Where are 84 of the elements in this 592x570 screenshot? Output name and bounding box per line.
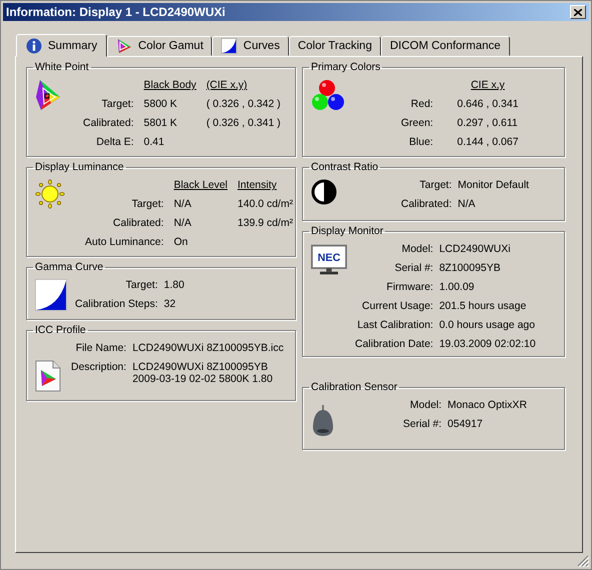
group-title: ICC Profile xyxy=(34,324,87,336)
field-label: Red: xyxy=(410,98,434,110)
tab[interactable]: Curves xyxy=(212,36,289,56)
resize-grip[interactable] xyxy=(577,555,589,567)
field-label: Calibrated: xyxy=(401,198,452,210)
curve-icon xyxy=(221,38,238,54)
field-label: Blue: xyxy=(408,136,434,148)
field-value: ( 0.326 , 0.342 ) xyxy=(206,98,280,110)
field-label: Model: xyxy=(400,243,434,255)
field-value: 1.00.09 xyxy=(439,281,476,293)
sensor-icon xyxy=(311,405,335,437)
field-label: Last Calibration: xyxy=(356,319,434,331)
column-header: Black Body xyxy=(144,79,196,91)
field-label: Green: xyxy=(401,117,434,129)
field-label: Target: xyxy=(124,279,158,291)
field-value: 1.80 xyxy=(164,279,184,291)
field-value: 0.144 , 0.067 xyxy=(457,136,518,148)
field-value: 0.297 , 0.611 xyxy=(457,117,518,129)
field-label: Target: xyxy=(130,198,164,210)
contrast-icon xyxy=(311,179,337,205)
field-value: LCD2490WUXi xyxy=(439,243,512,255)
field-label: Calibration Date: xyxy=(355,338,434,350)
field-label: Calibrated: xyxy=(83,117,134,129)
group-title: Calibration Sensor xyxy=(310,381,398,393)
column-header: Black Level xyxy=(174,179,228,191)
field-label: Delta E: xyxy=(95,136,134,148)
column-header: Intensity xyxy=(238,179,278,191)
field-value: 5800 K xyxy=(144,98,178,110)
gamma-curve-icon xyxy=(35,279,67,311)
field-value: 0.646 , 0.341 xyxy=(457,98,518,110)
field-label: Firmware: xyxy=(386,281,434,293)
field-value: On xyxy=(174,236,189,248)
window-title: Information: Display 1 - LCD2490WUXi xyxy=(6,5,226,19)
group-title: Display Luminance xyxy=(34,161,125,173)
color-triangle-icon xyxy=(35,79,61,111)
field-label: Calibrated: xyxy=(112,217,164,229)
tab[interactable]: Summary xyxy=(16,34,108,57)
field-value: LCD2490WUXi 8Z100095YB.icc xyxy=(132,342,284,354)
field-label: File Name: xyxy=(74,342,126,354)
field-value: Monaco OptixXR xyxy=(448,399,527,411)
field-label: Target: xyxy=(100,98,134,110)
field-value: 0.0 hours usage ago xyxy=(439,319,536,331)
document-icon xyxy=(35,360,61,392)
field-value: 054917 xyxy=(448,418,484,430)
info-icon xyxy=(26,38,42,54)
color-triangle-icon xyxy=(116,38,132,54)
group-title: Gamma Curve xyxy=(34,261,104,273)
field-label: Model: xyxy=(409,399,442,411)
field-value: N/A xyxy=(458,198,476,210)
field-value: 32 xyxy=(164,298,177,310)
field-value: LCD2490WUXi 8Z100095YB 2009-03-19 02-02 5800K 1.80 xyxy=(132,361,274,385)
field-value: 140.0 cd/m² xyxy=(238,198,293,210)
field-value: 5801 K xyxy=(144,117,178,129)
column-header: CIE x,y xyxy=(470,79,506,91)
field-value: ( 0.326 , 0.341 ) xyxy=(206,117,280,129)
group-title: Display Monitor xyxy=(310,225,384,237)
field-label: Serial #: xyxy=(403,418,442,430)
group-title: Primary Colors xyxy=(310,61,382,73)
column-header: (CIE x,y) xyxy=(206,79,248,91)
field-value: N/A xyxy=(174,198,192,210)
field-label: Description: xyxy=(71,361,126,373)
tab[interactable]: Color Tracking xyxy=(288,36,381,56)
group-title: Contrast Ratio xyxy=(310,161,380,173)
field-value: N/A xyxy=(174,217,192,229)
field-value: 139.9 cd/m² xyxy=(238,217,293,229)
field-value: Monitor Default xyxy=(458,179,529,191)
brand-logo-text: NEC xyxy=(318,252,340,264)
field-label: Serial #: xyxy=(394,262,434,274)
tab[interactable]: DICOM Conformance xyxy=(380,36,510,56)
field-label: Auto Luminance: xyxy=(85,236,164,248)
field-value: 19.03.2009 02:02:10 xyxy=(439,338,536,350)
tab[interactable]: Color Gamut xyxy=(107,36,212,56)
sun-icon xyxy=(35,179,65,209)
field-value: 8Z100095YB xyxy=(439,262,502,274)
field-label: Current Usage: xyxy=(361,300,434,312)
close-button[interactable] xyxy=(570,5,586,19)
field-value: 0.41 xyxy=(144,136,166,148)
field-value: 201.5 hours usage xyxy=(439,300,528,312)
monitor-icon xyxy=(311,244,347,274)
color-spheres-icon xyxy=(311,79,345,111)
field-label: Target: xyxy=(418,179,452,191)
field-label: Calibration Steps: xyxy=(75,298,158,310)
close-icon xyxy=(574,8,582,16)
group-title: White Point xyxy=(34,61,90,73)
